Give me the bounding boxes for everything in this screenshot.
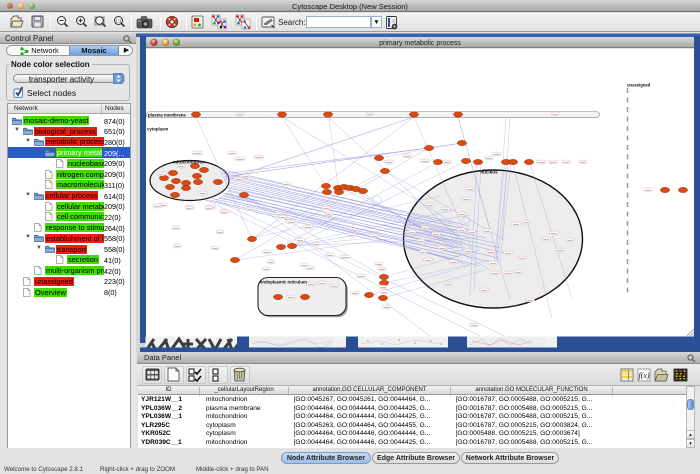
svg-text:cytoplasm: cytoplasm	[147, 127, 168, 132]
svg-text:plasma membrane: plasma membrane	[148, 112, 186, 117]
svg-text:mitochondrion: mitochondrion	[173, 160, 205, 165]
svg-text:f(x): f(x)	[638, 371, 649, 380]
svg-text:unassigned: unassigned	[627, 83, 651, 88]
svg-text:1:1: 1:1	[115, 18, 122, 23]
svg-text:nucleus: nucleus	[480, 170, 498, 175]
svg-text:endoplasmic reticulum: endoplasmic reticulum	[260, 280, 307, 285]
svg-text:primary metabolic process: primary metabolic process	[379, 40, 461, 47]
